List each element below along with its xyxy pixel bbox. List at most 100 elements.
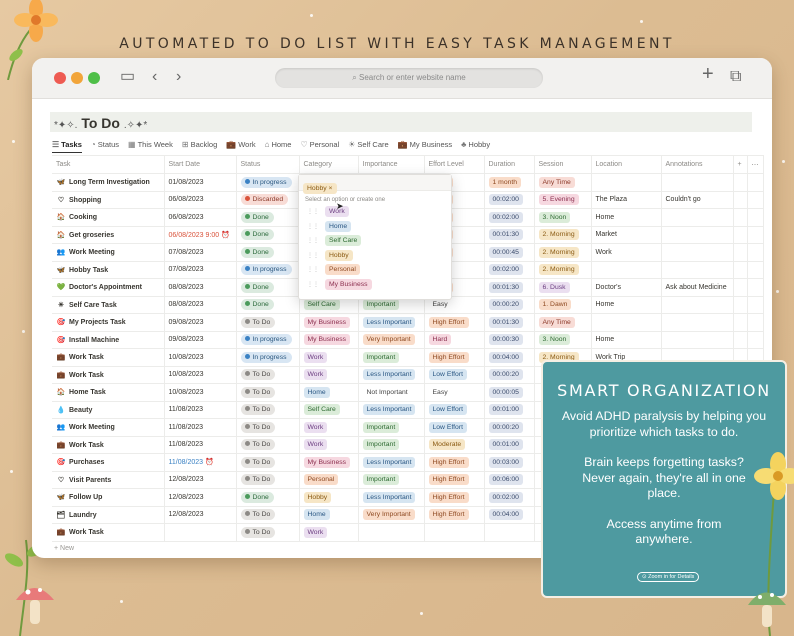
session-cell[interactable]: 3. Noon <box>534 331 592 349</box>
dropdown-option[interactable]: ⋮⋮ Self Care <box>299 234 451 249</box>
task-cell[interactable]: 💧 Beauty <box>52 401 165 419</box>
annotations-cell[interactable] <box>661 243 734 262</box>
tab-my-business[interactable]: 💼 My Business <box>398 140 452 149</box>
task-cell[interactable]: 🦋 Hobby Task <box>52 261 165 279</box>
duration-cell[interactable]: 00:01:30 <box>484 226 535 244</box>
start-date-cell[interactable]: 07/08/2023 <box>164 261 237 279</box>
duration-cell[interactable]: 00:00:20 <box>484 418 535 437</box>
task-cell[interactable]: 💚 Doctor's Appointment <box>52 278 165 297</box>
status-cell[interactable]: In progress <box>236 331 300 349</box>
start-date-cell[interactable]: 08/08/2023 <box>164 278 237 297</box>
effort-cell[interactable]: High Effort <box>424 313 485 332</box>
importance-cell[interactable]: Less Important <box>358 401 425 419</box>
effort-cell[interactable] <box>424 523 485 542</box>
column-header[interactable]: Effort Level <box>424 155 485 174</box>
category-cell[interactable]: Work <box>299 436 359 454</box>
category-cell[interactable]: Personal <box>299 471 359 489</box>
annotations-cell[interactable] <box>661 208 734 227</box>
start-date-cell[interactable]: 10/08/2023 <box>164 383 237 402</box>
effort-cell[interactable]: Easy <box>424 383 485 402</box>
session-cell[interactable]: 2. Morning <box>534 261 592 279</box>
effort-cell[interactable]: Low Effort <box>424 401 485 419</box>
location-cell[interactable]: Doctor's <box>591 278 662 297</box>
importance-cell[interactable]: Less Important <box>358 488 425 507</box>
start-date-cell[interactable]: 07/08/2023 <box>164 243 237 262</box>
importance-cell[interactable]: Important <box>358 418 425 437</box>
location-cell[interactable]: Work <box>591 243 662 262</box>
task-cell[interactable]: ☀ Self Care Task <box>52 296 165 314</box>
start-date-cell[interactable]: 12/08/2023 <box>164 471 237 489</box>
column-header[interactable]: Task <box>52 155 165 174</box>
effort-cell[interactable]: Low Effort <box>424 366 485 384</box>
sidebar-icon[interactable]: ▭ <box>120 69 135 85</box>
duration-cell[interactable]: 00:06:00 <box>484 471 535 489</box>
session-cell[interactable]: 5. Evening <box>534 191 592 209</box>
start-date-cell[interactable]: 09/08/2023 <box>164 331 237 349</box>
drag-handle-icon[interactable]: ⋮⋮ <box>307 253 319 259</box>
category-cell[interactable]: My Business <box>299 313 359 332</box>
status-cell[interactable]: Done <box>236 226 300 244</box>
effort-cell[interactable]: Moderate <box>424 436 485 454</box>
category-cell[interactable]: Home <box>299 383 359 402</box>
status-cell[interactable]: Done <box>236 296 300 314</box>
location-cell[interactable]: Market <box>591 226 662 244</box>
tab-home[interactable]: ⌂ Home <box>265 140 292 149</box>
task-cell[interactable]: 🗂 Laundry <box>52 506 165 524</box>
location-cell[interactable]: Home <box>591 208 662 227</box>
tabs-overview-icon[interactable]: ⧉ <box>730 69 741 85</box>
start-date-cell[interactable]: 06/08/2023 <box>164 208 237 227</box>
task-cell[interactable]: 🏠 Cooking <box>52 208 165 227</box>
effort-cell[interactable]: High Effort <box>424 488 485 507</box>
task-cell[interactable]: 💼 Work Task <box>52 523 165 542</box>
drag-handle-icon[interactable]: ⋮⋮ <box>307 209 319 215</box>
importance-cell[interactable] <box>358 523 425 542</box>
column-header[interactable]: + <box>733 155 748 174</box>
task-cell[interactable]: 🎯 Purchases <box>52 453 165 472</box>
status-cell[interactable]: Discarded <box>236 191 300 209</box>
task-cell[interactable]: 🦋 Follow Up <box>52 488 165 507</box>
column-header[interactable]: Importance <box>358 155 425 174</box>
duration-cell[interactable]: 00:04:00 <box>484 506 535 524</box>
status-cell[interactable]: Done <box>236 278 300 297</box>
status-cell[interactable]: To Do <box>236 401 300 419</box>
status-cell[interactable]: To Do <box>236 471 300 489</box>
effort-cell[interactable]: High Effort <box>424 471 485 489</box>
dropdown-option[interactable]: ⋮⋮ My Business <box>299 278 451 293</box>
location-cell[interactable]: Home <box>591 331 662 349</box>
table-row[interactable]: 🎯 Install Machine 09/08/2023 In progress My … <box>52 331 764 349</box>
column-header[interactable]: Annotations <box>661 155 734 174</box>
annotations-cell[interactable] <box>661 313 734 332</box>
tab-hobby[interactable]: ♣ Hobby <box>461 140 490 149</box>
task-cell[interactable]: 🎯 My Projects Task <box>52 313 165 332</box>
annotations-cell[interactable]: Ask about Medicine <box>661 278 734 297</box>
duration-cell[interactable]: 00:02:00 <box>484 488 535 507</box>
selected-option-tag[interactable]: Hobby × <box>303 183 337 194</box>
duration-cell[interactable]: 00:02:00 <box>484 208 535 227</box>
duration-cell[interactable]: 00:01:00 <box>484 401 535 419</box>
column-header[interactable]: Duration <box>484 155 535 174</box>
importance-cell[interactable]: Not Important <box>358 383 425 402</box>
importance-cell[interactable]: Important <box>358 471 425 489</box>
annotations-cell[interactable] <box>661 261 734 279</box>
start-date-cell[interactable] <box>164 523 237 542</box>
dropdown-option[interactable]: ⋮⋮ Work <box>299 205 451 220</box>
location-cell[interactable]: Home <box>591 296 662 314</box>
duration-cell[interactable]: 00:01:30 <box>484 313 535 332</box>
status-cell[interactable]: Done <box>236 208 300 227</box>
category-cell[interactable]: Hobby <box>299 488 359 507</box>
status-cell[interactable]: Done <box>236 243 300 262</box>
category-cell[interactable]: Work <box>299 366 359 384</box>
task-cell[interactable]: 👥 Work Meeting <box>52 418 165 437</box>
status-cell[interactable]: To Do <box>236 523 300 542</box>
back-icon[interactable]: ‹ <box>152 69 157 85</box>
task-cell[interactable]: 🏠 Home Task <box>52 383 165 402</box>
status-cell[interactable]: To Do <box>236 453 300 472</box>
session-cell[interactable]: 2. Morning <box>534 226 592 244</box>
start-date-cell[interactable]: 12/08/2023 <box>164 506 237 524</box>
drag-handle-icon[interactable]: ⋮⋮ <box>307 224 319 230</box>
tab-work[interactable]: 💼 Work <box>226 140 255 149</box>
location-cell[interactable] <box>591 261 662 279</box>
task-cell[interactable]: 💼 Work Task <box>52 366 165 384</box>
category-cell[interactable]: Work <box>299 348 359 367</box>
session-cell[interactable]: Any Time <box>534 173 592 192</box>
